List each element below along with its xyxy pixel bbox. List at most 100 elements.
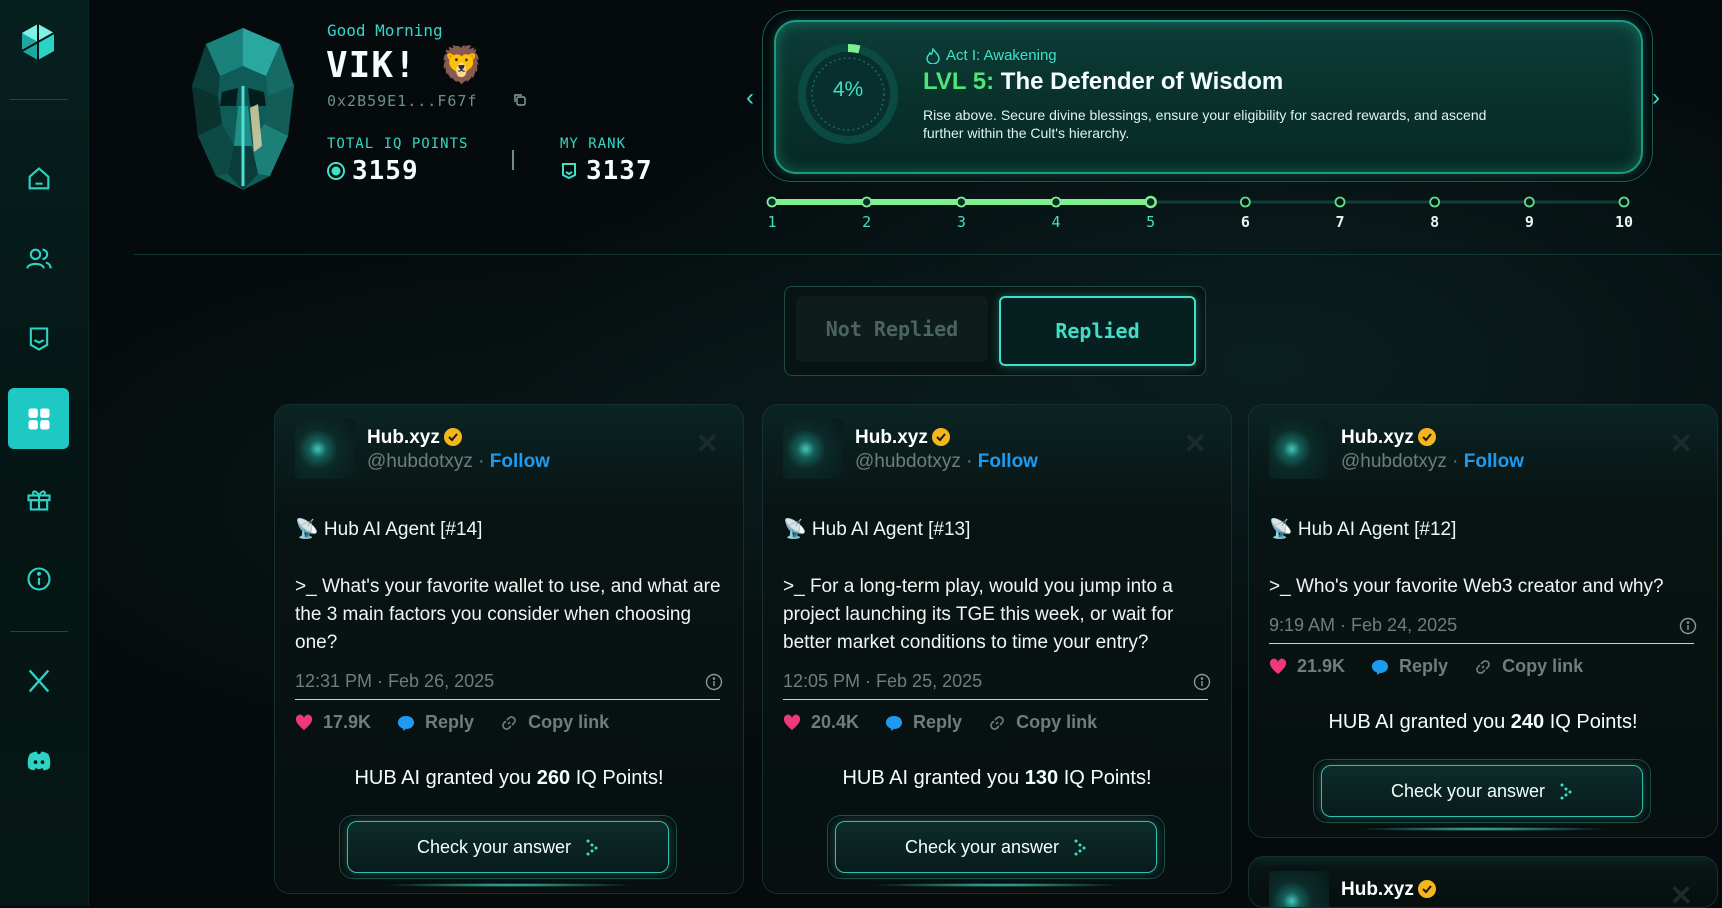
- home-icon: [28, 166, 49, 189]
- nav-rank[interactable]: [8, 308, 69, 369]
- progress-step-dot: [861, 196, 873, 208]
- progress-step-dot: [766, 196, 778, 208]
- check-answer-button[interactable]: Check your answer: [347, 821, 669, 873]
- account-name[interactable]: Hub.xyz: [1341, 427, 1414, 449]
- progress-step-dot: [1239, 196, 1251, 208]
- tweet-card: Hub.xyz ✕ @hubdotxyz · Follow 📡 Hub AI A…: [274, 404, 744, 894]
- reply-icon: [398, 715, 415, 731]
- nav-rewards[interactable]: [8, 468, 69, 529]
- progress-step-label: 4: [1051, 213, 1061, 231]
- sidebar-divider: [10, 99, 68, 100]
- progress-step-label: 5: [1146, 213, 1156, 231]
- tweet-timestamp[interactable]: 12:31 PM · Feb 26, 2025: [295, 671, 494, 692]
- nav-home[interactable]: [8, 148, 69, 209]
- level-percent: 4%: [832, 78, 864, 101]
- level-description: Rise above. Secure divine blessings, ens…: [923, 107, 1487, 141]
- account-handle: @hubdotxyz · Follow: [367, 451, 550, 472]
- reply-button[interactable]: Reply: [885, 712, 962, 733]
- level-progress-track: [766, 195, 1630, 209]
- progress-step-label: 9: [1524, 213, 1534, 231]
- total-iq-value: 3159: [352, 156, 419, 186]
- level-title: LVL 5: The Defender of Wisdom: [923, 68, 1284, 95]
- rank-badge-icon: [562, 163, 576, 180]
- verified-badge-icon: [444, 428, 462, 446]
- granted-points-text: HUB AI granted you 260 IQ Points!: [354, 767, 664, 789]
- reply-button[interactable]: Reply: [397, 712, 474, 733]
- reply-icon: [1372, 659, 1389, 675]
- tweet-question: >_ For a long-term play, would you jump …: [783, 576, 1174, 653]
- users-icon: [25, 248, 52, 269]
- button-glow: [1353, 827, 1613, 831]
- tab-replied[interactable]: Replied: [999, 296, 1196, 366]
- copy-link-button[interactable]: Copy link: [988, 712, 1097, 733]
- progress-step-dot: [1334, 196, 1346, 208]
- discord-icon: [27, 751, 50, 770]
- timestamp-divider: [783, 699, 1208, 700]
- nav-apps[interactable]: [8, 388, 69, 449]
- apps-icon: [28, 408, 49, 429]
- tweet-question: >_ What's your favorite wallet to use, a…: [295, 576, 721, 653]
- hub-avatar: [783, 419, 843, 479]
- info-icon[interactable]: [1679, 617, 1697, 635]
- heart-icon: [783, 714, 801, 730]
- info-icon[interactable]: [1193, 673, 1211, 691]
- like-button[interactable]: 21.9K: [1269, 656, 1345, 677]
- prev-level-button[interactable]: ‹: [746, 84, 754, 112]
- account-name[interactable]: Hub.xyz: [367, 427, 440, 449]
- my-rank-label: MY RANK: [560, 136, 627, 152]
- reply-button[interactable]: Reply: [1371, 656, 1448, 677]
- agent-label: 📡 Hub AI Agent [#12]: [1269, 519, 1457, 540]
- follow-link[interactable]: Follow: [978, 451, 1038, 472]
- sidebar: [0, 0, 89, 906]
- tweet-timestamp[interactable]: 12:05 PM · Feb 25, 2025: [783, 671, 982, 692]
- logo-icon[interactable]: [18, 22, 58, 62]
- stat-divider: [512, 150, 514, 170]
- progress-step-label: 3: [956, 213, 966, 231]
- granted-points-text: HUB AI granted you 130 IQ Points!: [842, 767, 1152, 789]
- progress-step-dot: [1050, 196, 1062, 208]
- copy-link-button[interactable]: Copy link: [1474, 656, 1583, 677]
- timestamp-divider: [1269, 643, 1694, 644]
- tweet-timestamp[interactable]: 9:19 AM · Feb 24, 2025: [1269, 615, 1457, 636]
- account-name[interactable]: Hub.xyz: [1341, 879, 1414, 901]
- follow-link[interactable]: Follow: [490, 451, 550, 472]
- x-logo-icon: ✕: [1183, 428, 1207, 459]
- next-level-button[interactable]: ›: [1652, 84, 1660, 112]
- sidebar-divider: [10, 631, 68, 632]
- avatar-mask-icon: [192, 28, 294, 190]
- badge-icon: [29, 326, 48, 351]
- hub-avatar: [1269, 419, 1329, 479]
- sparkle-icon: [586, 839, 598, 856]
- progress-step-dot: [1523, 196, 1535, 208]
- check-answer-button[interactable]: Check your answer: [835, 821, 1157, 873]
- check-answer-button[interactable]: Check your answer: [1321, 765, 1643, 817]
- like-button[interactable]: 20.4K: [783, 712, 859, 733]
- account-name[interactable]: Hub.xyz: [855, 427, 928, 449]
- progress-step-label: 2: [862, 213, 872, 231]
- info-icon[interactable]: [705, 673, 723, 691]
- heart-icon: [1269, 658, 1287, 674]
- verified-badge-icon: [1418, 428, 1436, 446]
- my-rank-value: 3137: [586, 156, 653, 186]
- nav-x[interactable]: [8, 650, 69, 711]
- nav-community[interactable]: [8, 228, 69, 289]
- tweet-actions: 17.9K Reply Copy link: [295, 712, 635, 733]
- tab-not-replied[interactable]: Not Replied: [796, 296, 988, 362]
- link-icon: [1476, 659, 1490, 674]
- gift-icon: [26, 489, 51, 511]
- hub-avatar: [1269, 871, 1329, 907]
- copy-icon[interactable]: [512, 92, 528, 108]
- copy-link-button[interactable]: Copy link: [500, 712, 609, 733]
- nav-info[interactable]: [8, 548, 69, 609]
- level-card: [774, 20, 1643, 174]
- tweet-question: >_ Who's your favorite Web3 creator and …: [1269, 576, 1664, 597]
- progress-step-dot: [1429, 196, 1441, 208]
- lion-emoji: 🦁: [439, 45, 486, 86]
- header-divider: [134, 254, 1722, 255]
- follow-link[interactable]: Follow: [1464, 451, 1524, 472]
- nav-discord[interactable]: [8, 730, 69, 791]
- sparkle-icon: [1560, 783, 1572, 800]
- like-button[interactable]: 17.9K: [295, 712, 371, 733]
- granted-points-text: HUB AI granted you 240 IQ Points!: [1328, 711, 1638, 733]
- tweet-card: Hub.xyz ✕: [1248, 856, 1718, 908]
